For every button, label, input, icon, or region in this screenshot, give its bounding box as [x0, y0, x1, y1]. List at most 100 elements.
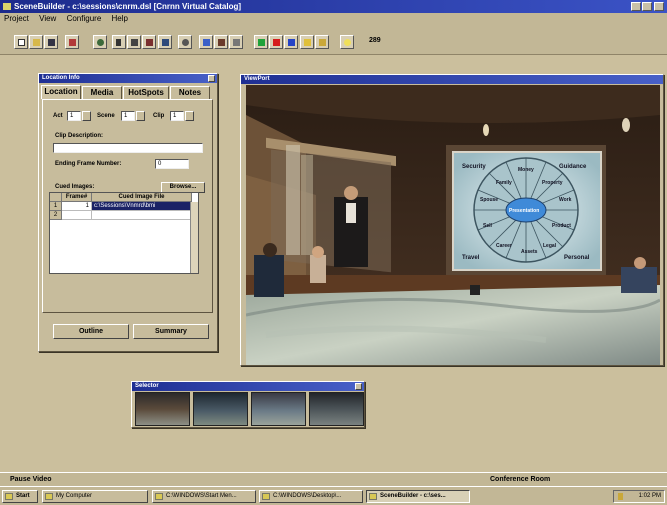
close-icon[interactable]: [355, 383, 362, 390]
play-icon[interactable]: [254, 35, 268, 49]
graph-icon[interactable]: [127, 35, 141, 49]
summary-button[interactable]: Summary: [133, 324, 209, 339]
scene-spinner[interactable]: [136, 111, 145, 121]
menu-help[interactable]: Help: [112, 14, 128, 23]
location-info-title: Location Info: [42, 75, 80, 81]
clip-label: Clip: [153, 113, 165, 119]
taskbar-item[interactable]: My Computer: [42, 490, 148, 503]
computer-icon: [45, 493, 53, 500]
start-button[interactable]: Start: [2, 490, 38, 503]
taskbar: Start My Computer C:\WINDOWS\Start Men..…: [0, 486, 667, 505]
close-button[interactable]: [654, 2, 664, 11]
ending-frame-field[interactable]: 0: [155, 159, 189, 169]
location-info-window: Location Info Location Media HotSpots No…: [38, 73, 218, 352]
minimize-button[interactable]: [631, 2, 641, 11]
viewport-title: ViewPort: [244, 76, 270, 82]
folder-icon: [262, 493, 270, 500]
tab-media[interactable]: Media: [82, 86, 122, 99]
menu-view[interactable]: View: [39, 14, 56, 23]
app-title: SceneBuilder - c:\sessions\cnrm.dsl [Cnr…: [14, 2, 242, 11]
build-icon[interactable]: [229, 35, 243, 49]
image-icon[interactable]: [315, 35, 329, 49]
row-number[interactable]: 1: [50, 202, 62, 211]
selector-thumbnail[interactable]: [135, 392, 190, 426]
act-field[interactable]: 1: [67, 111, 81, 121]
new-icon[interactable]: [14, 35, 28, 49]
conference-room-render: [246, 85, 660, 365]
start-label: Start: [16, 493, 30, 499]
toolbar-readout: 289: [369, 37, 381, 44]
taskbar-item-active[interactable]: SceneBuilder - c:\ses...: [366, 490, 470, 503]
taskbar-item-label: C:\WINDOWS\Start Men...: [166, 493, 237, 499]
clip-spinner[interactable]: [185, 111, 194, 121]
act-spinner[interactable]: [82, 111, 91, 121]
tab-location[interactable]: Location: [41, 85, 81, 99]
app-icon: [369, 493, 377, 500]
table-cell-frame[interactable]: 1: [62, 202, 92, 211]
menu-configure[interactable]: Configure: [67, 14, 102, 23]
viewport-window: ViewPort Security Guidance Family Money …: [240, 74, 664, 366]
open-icon[interactable]: [29, 35, 43, 49]
pointer-icon[interactable]: [112, 35, 126, 49]
wheel-label-personal: Personal: [564, 255, 590, 261]
workspace: Location Info Location Media HotSpots No…: [0, 56, 667, 472]
wheel-label-work: Work: [559, 197, 572, 203]
wheel-label-assets: Assets: [521, 249, 538, 255]
tab-hotspots[interactable]: HotSpots: [123, 86, 169, 99]
clip-description-field[interactable]: [53, 143, 203, 153]
location-tabs: Location Media HotSpots Notes: [41, 85, 211, 99]
cued-images-grid: Frame# Cued Image File 1 1 c:\Sessions\V…: [49, 192, 199, 274]
wheel-label-sell: Sell: [483, 223, 492, 229]
taskbar-item[interactable]: C:\WINDOWS\Desktop\...: [259, 490, 363, 503]
close-icon[interactable]: [208, 75, 215, 82]
grid-header-file[interactable]: Cued Image File: [92, 193, 192, 202]
scene-field[interactable]: 1: [121, 111, 135, 121]
selector-titlebar[interactable]: Selector: [132, 382, 364, 391]
wheel-label-money: Money: [518, 167, 534, 173]
taskbar-item-label: SceneBuilder - c:\ses...: [380, 493, 446, 499]
clock[interactable]: 1:02 PM: [639, 493, 661, 499]
folder-icon: [155, 493, 163, 500]
taskbar-item-label: C:\WINDOWS\Desktop\...: [273, 493, 342, 499]
table-cell-file[interactable]: c:\Sessions\Vnmrd\bmi: [92, 202, 192, 211]
selector-thumbnail[interactable]: [193, 392, 248, 426]
grid-icon[interactable]: [158, 35, 172, 49]
taskbar-item[interactable]: C:\WINDOWS\Start Men...: [152, 490, 256, 503]
clip-field[interactable]: 1: [170, 111, 184, 121]
system-tray: 1:02 PM: [613, 490, 665, 503]
app-titlebar[interactable]: SceneBuilder - c:\sessions\cnrm.dsl [Cnr…: [0, 0, 667, 13]
scene-label: Scene: [97, 113, 115, 119]
folders-icon[interactable]: [300, 35, 314, 49]
check-icon[interactable]: [199, 35, 213, 49]
globe-icon[interactable]: [93, 35, 107, 49]
speaker-icon[interactable]: [618, 493, 623, 500]
wheel-label-spouse: Spouse: [480, 197, 499, 203]
tab-notes[interactable]: Notes: [170, 86, 210, 99]
selector-thumbnail[interactable]: [309, 392, 364, 426]
table-cell-file[interactable]: [92, 211, 192, 220]
maximize-button[interactable]: [642, 2, 652, 11]
outline-button[interactable]: Outline: [53, 324, 129, 339]
layout-icon[interactable]: [142, 35, 156, 49]
grid-header-frame[interactable]: Frame#: [62, 193, 92, 202]
light-icon[interactable]: [340, 35, 354, 49]
menu-project[interactable]: Project: [4, 14, 29, 23]
viewport-titlebar[interactable]: ViewPort: [241, 75, 663, 84]
scene-view[interactable]: Security Guidance Family Money Property …: [246, 85, 660, 365]
location-info-titlebar[interactable]: Location Info: [39, 74, 217, 83]
stop-icon[interactable]: [269, 35, 283, 49]
act-label: Act: [53, 113, 63, 119]
print-icon[interactable]: [65, 35, 79, 49]
selector-thumbnail[interactable]: [251, 392, 306, 426]
pause-icon[interactable]: [284, 35, 298, 49]
tools-icon[interactable]: [214, 35, 228, 49]
camera-icon[interactable]: [178, 35, 192, 49]
status-right: Conference Room: [490, 476, 551, 483]
wheel-label-guidance: Guidance: [559, 164, 587, 170]
table-cell-frame[interactable]: [62, 211, 92, 220]
row-number[interactable]: 2: [50, 211, 62, 220]
wheel-label-product: Product: [552, 223, 571, 229]
grid-scrollbar[interactable]: [190, 202, 198, 273]
save-icon[interactable]: [44, 35, 58, 49]
clip-description-label: Clip Description:: [55, 133, 104, 139]
